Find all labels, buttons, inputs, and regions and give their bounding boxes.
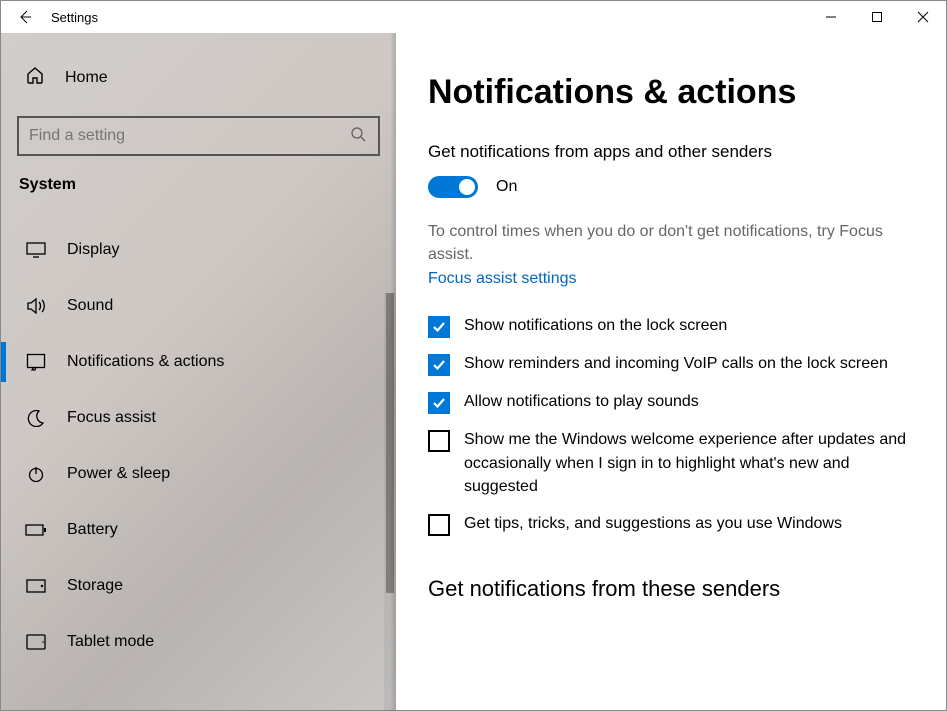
storage-icon [25,579,47,593]
maximize-button[interactable] [854,1,900,33]
sidebar-item-label: Power & sleep [67,465,170,483]
checkbox[interactable] [428,392,450,414]
body: Home System Display Sound Notifications [1,33,946,710]
checkbox-row: Show reminders and incoming VoIP calls o… [428,352,916,376]
search-icon [350,126,366,147]
search-box[interactable] [17,116,380,156]
sidebar-item-label: Notifications & actions [67,353,224,371]
home-icon [25,65,45,90]
arrow-left-icon [17,9,33,25]
senders-heading: Get notifications from these senders [428,576,916,602]
notifications-toggle[interactable] [428,176,478,198]
close-button[interactable] [900,1,946,33]
checkbox-row: Get tips, tricks, and suggestions as you… [428,512,916,536]
sidebar-item-label: Battery [67,521,118,539]
home-button[interactable]: Home [1,55,396,100]
checkbox[interactable] [428,354,450,376]
sidebar-item-tablet[interactable]: Tablet mode [1,614,396,670]
focus-assist-description: To control times when you do or don't ge… [428,220,916,266]
power-icon [25,465,47,483]
home-label: Home [65,69,108,87]
minimize-button[interactable] [808,1,854,33]
page-title: Notifications & actions [428,73,916,112]
check-icon [432,358,446,372]
sidebar-item-notifications[interactable]: Notifications & actions [1,334,396,390]
checkbox[interactable] [428,316,450,338]
sidebar-item-focus-assist[interactable]: Focus assist [1,390,396,446]
checkbox-label: Allow notifications to play sounds [464,390,699,413]
sidebar-item-label: Tablet mode [67,633,154,651]
sidebar-item-storage[interactable]: Storage [1,558,396,614]
main-panel: Notifications & actions Get notification… [396,33,946,710]
moon-icon [25,409,47,427]
nav-list: Display Sound Notifications & actions Fo… [1,222,396,670]
sidebar-item-label: Storage [67,577,123,595]
toggle-heading: Get notifications from apps and other se… [428,142,916,162]
sidebar-scrollbar[interactable] [384,293,396,711]
checkbox[interactable] [428,514,450,536]
notifications-toggle-row: On [428,176,916,198]
window-title: Settings [49,10,98,25]
toggle-knob [459,179,475,195]
sidebar-item-label: Display [67,241,119,259]
checkbox[interactable] [428,430,450,452]
checkbox-row: Show me the Windows welcome experience a… [428,428,916,498]
check-icon [432,320,446,334]
sidebar: Home System Display Sound Notifications [1,33,396,710]
display-icon [25,242,47,258]
battery-icon [25,523,47,537]
category-heading: System [1,176,396,204]
minimize-icon [825,11,837,23]
sidebar-item-power[interactable]: Power & sleep [1,446,396,502]
checkbox-label: Show reminders and incoming VoIP calls o… [464,352,888,375]
sidebar-item-battery[interactable]: Battery [1,502,396,558]
checkbox-list: Show notifications on the lock screen Sho… [428,314,916,536]
maximize-icon [871,11,883,23]
checkbox-row: Allow notifications to play sounds [428,390,916,414]
titlebar: Settings [1,1,946,33]
tablet-icon [25,634,47,650]
focus-assist-link[interactable]: Focus assist settings [428,270,577,288]
sidebar-item-label: Sound [67,297,113,315]
checkbox-label: Get tips, tricks, and suggestions as you… [464,512,842,535]
notifications-icon [25,353,47,371]
checkbox-label: Show me the Windows welcome experience a… [464,428,916,498]
back-button[interactable] [1,1,49,33]
check-icon [432,396,446,410]
sidebar-item-sound[interactable]: Sound [1,278,396,334]
scrollbar-thumb[interactable] [386,293,394,593]
checkbox-label: Show notifications on the lock screen [464,314,727,337]
checkbox-row: Show notifications on the lock screen [428,314,916,338]
sidebar-item-label: Focus assist [67,409,156,427]
sound-icon [25,297,47,315]
toggle-state-label: On [496,178,517,196]
sidebar-item-display[interactable]: Display [1,222,396,278]
settings-window: Settings Home System Display [0,0,947,711]
search-input[interactable] [29,127,350,145]
close-icon [917,11,929,23]
